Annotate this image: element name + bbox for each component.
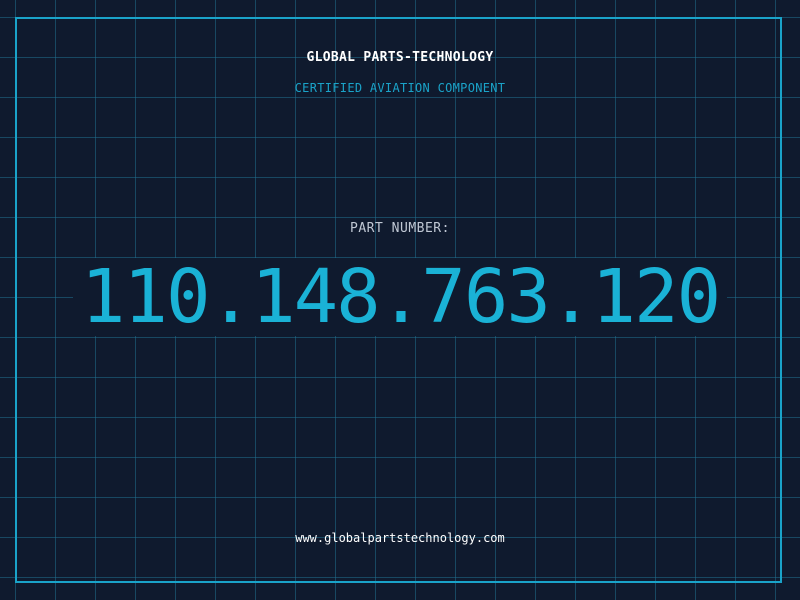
certification-tagline: CERTIFIED AVIATION COMPONENT: [294, 81, 506, 95]
part-label-card: GLOBAL PARTS-TECHNOLOGY CERTIFIED AVIATI…: [0, 0, 800, 600]
part-number-label: PART NUMBER:: [350, 221, 450, 236]
part-number-container: 110.148.763.120: [0, 258, 800, 336]
part-number-value: 110.148.763.120: [72, 258, 728, 336]
company-name: GLOBAL PARTS-TECHNOLOGY: [306, 50, 494, 65]
website-url: www.globalpartstechnology.com: [295, 531, 505, 545]
